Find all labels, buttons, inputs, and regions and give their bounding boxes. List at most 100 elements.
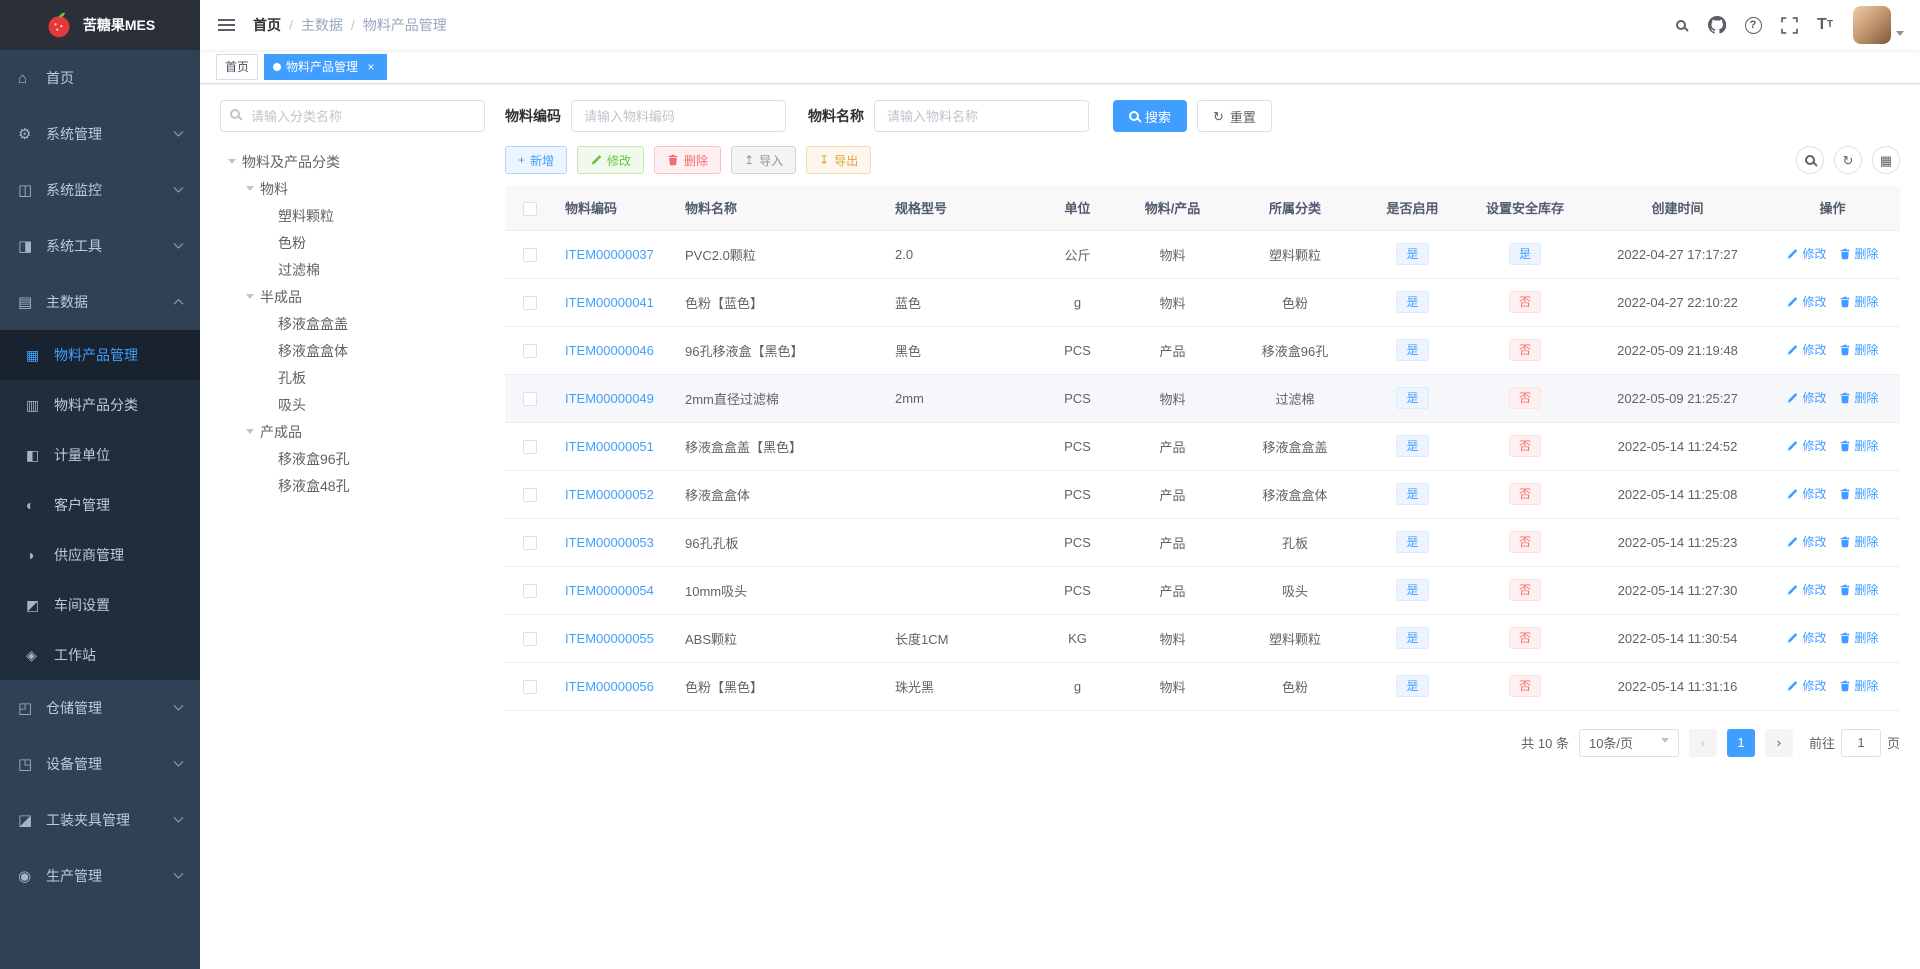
- edit-link[interactable]: 修改: [1786, 485, 1827, 502]
- material-code-link[interactable]: ITEM00000055: [565, 631, 654, 646]
- tree-node[interactable]: 过滤棉: [220, 256, 485, 283]
- edit-link[interactable]: 修改: [1786, 533, 1827, 550]
- row-checkbox[interactable]: [523, 583, 537, 598]
- select-all-checkbox[interactable]: [523, 201, 537, 216]
- github-icon[interactable]: [1707, 15, 1727, 35]
- material-code-link[interactable]: ITEM00000052: [565, 487, 654, 502]
- edit-link[interactable]: 修改: [1786, 677, 1827, 694]
- sidebar-item[interactable]: ⌂ 首页: [0, 50, 200, 106]
- edit-link[interactable]: 修改: [1786, 437, 1827, 454]
- tree-node[interactable]: 吸头: [220, 391, 485, 418]
- tree-node[interactable]: 孔板: [220, 364, 485, 391]
- delete-button[interactable]: 删除: [654, 146, 722, 174]
- row-checkbox[interactable]: [523, 439, 537, 454]
- row-checkbox[interactable]: [523, 535, 537, 550]
- material-code-link[interactable]: ITEM00000041: [565, 295, 654, 310]
- page-number-button[interactable]: 1: [1726, 728, 1755, 757]
- edit-button[interactable]: 修改: [577, 146, 645, 174]
- avatar[interactable]: [1853, 6, 1891, 44]
- sidebar-item[interactable]: ◨ 系统工具: [0, 218, 200, 274]
- delete-link[interactable]: 删除: [1839, 341, 1879, 358]
- sidebar-subitem[interactable]: ◐ 客户管理: [0, 480, 200, 530]
- delete-link[interactable]: 删除: [1839, 485, 1879, 502]
- material-code-link[interactable]: ITEM00000049: [565, 391, 654, 406]
- columns-button[interactable]: ▦: [1872, 146, 1900, 174]
- fullscreen-icon[interactable]: [1779, 15, 1799, 35]
- delete-link[interactable]: 删除: [1839, 629, 1879, 646]
- material-code-link[interactable]: ITEM00000046: [565, 343, 654, 358]
- material-code-link[interactable]: ITEM00000051: [565, 439, 654, 454]
- prev-page-button[interactable]: ‹: [1688, 728, 1717, 757]
- tree-node[interactable]: 半成品: [220, 283, 485, 310]
- sidebar-item[interactable]: ◳ 设备管理: [0, 736, 200, 792]
- sidebar-subitem[interactable]: ◩ 车间设置: [0, 580, 200, 630]
- material-code-link[interactable]: ITEM00000056: [565, 679, 654, 694]
- delete-link[interactable]: 删除: [1839, 533, 1879, 550]
- app-logo[interactable]: 苦糖果MES: [0, 0, 200, 50]
- tab-item[interactable]: 首页: [216, 53, 259, 80]
- sidebar-item[interactable]: ◰ 仓储管理: [0, 680, 200, 736]
- tab-item[interactable]: 物料产品管理 ×: [264, 53, 388, 80]
- tree-node[interactable]: 塑料颗粒: [220, 202, 485, 229]
- edit-link[interactable]: 修改: [1786, 245, 1827, 262]
- font-size-icon[interactable]: TT: [1815, 15, 1835, 35]
- material-code-link[interactable]: ITEM00000037: [565, 247, 654, 262]
- breadcrumb-item[interactable]: 首页: [253, 15, 281, 35]
- delete-link[interactable]: 删除: [1839, 245, 1879, 262]
- material-code-input[interactable]: [571, 100, 786, 132]
- edit-link[interactable]: 修改: [1786, 293, 1827, 310]
- delete-link[interactable]: 删除: [1839, 389, 1879, 406]
- import-button[interactable]: ↥ 导入: [731, 146, 797, 174]
- add-button[interactable]: + 新增: [505, 146, 568, 174]
- row-checkbox[interactable]: [523, 487, 537, 502]
- close-icon[interactable]: ×: [364, 60, 378, 74]
- search-icon[interactable]: [1671, 15, 1691, 35]
- tree-node[interactable]: 移液盒48孔: [220, 472, 485, 499]
- search-button[interactable]: 搜索: [1113, 100, 1188, 132]
- page-size-select[interactable]: 10条/页: [1578, 728, 1679, 757]
- tree-node[interactable]: 移液盒盒盖: [220, 310, 485, 337]
- sidebar-subitem[interactable]: ◈ 工作站: [0, 630, 200, 680]
- material-code-link[interactable]: ITEM00000053: [565, 535, 654, 550]
- sidebar-toggle-icon[interactable]: [216, 15, 237, 35]
- refresh-button[interactable]: ↻: [1834, 146, 1862, 174]
- sidebar-item[interactable]: ◫ 系统监控: [0, 162, 200, 218]
- reset-button[interactable]: ↻ 重置: [1197, 100, 1272, 132]
- row-checkbox[interactable]: [523, 295, 537, 310]
- edit-link[interactable]: 修改: [1786, 341, 1827, 358]
- tree-node[interactable]: 物料及产品分类: [220, 148, 485, 175]
- tree-node[interactable]: 移液盒盒体: [220, 337, 485, 364]
- delete-link[interactable]: 删除: [1839, 581, 1879, 598]
- delete-link[interactable]: 删除: [1839, 293, 1879, 310]
- sidebar-subitem[interactable]: ▥ 物料产品分类: [0, 380, 200, 430]
- edit-link[interactable]: 修改: [1786, 389, 1827, 406]
- sidebar-item[interactable]: ◪ 工装夹具管理: [0, 792, 200, 848]
- sidebar-subitem[interactable]: ◑ 供应商管理: [0, 530, 200, 580]
- sidebar-item[interactable]: ◉ 生产管理: [0, 848, 200, 904]
- delete-link[interactable]: 删除: [1839, 677, 1879, 694]
- next-page-button[interactable]: ›: [1764, 728, 1793, 757]
- tree-node[interactable]: 物料: [220, 175, 485, 202]
- search-toggle-button[interactable]: [1796, 146, 1824, 174]
- tree-node[interactable]: 移液盒96孔: [220, 445, 485, 472]
- page-jump-input[interactable]: [1840, 728, 1881, 757]
- row-checkbox[interactable]: [523, 343, 537, 358]
- sidebar-item[interactable]: ▤ 主数据: [0, 274, 200, 330]
- row-checkbox[interactable]: [523, 631, 537, 646]
- edit-link[interactable]: 修改: [1786, 629, 1827, 646]
- sidebar-subitem[interactable]: ▦ 物料产品管理: [0, 330, 200, 380]
- material-code-link[interactable]: ITEM00000054: [565, 583, 654, 598]
- export-button[interactable]: ↧ 导出: [806, 146, 872, 174]
- edit-link[interactable]: 修改: [1786, 581, 1827, 598]
- tree-node[interactable]: 色粉: [220, 229, 485, 256]
- sidebar-subitem[interactable]: ◧ 计量单位: [0, 430, 200, 480]
- user-menu[interactable]: [1853, 6, 1904, 44]
- category-search-input[interactable]: [220, 100, 485, 132]
- row-checkbox[interactable]: [523, 391, 537, 406]
- sidebar-item[interactable]: ⚙ 系统管理: [0, 106, 200, 162]
- row-checkbox[interactable]: [523, 247, 537, 262]
- material-name-input[interactable]: [874, 100, 1089, 132]
- row-checkbox[interactable]: [523, 679, 537, 694]
- tree-node[interactable]: 产成品: [220, 418, 485, 445]
- help-icon[interactable]: ?: [1743, 15, 1763, 35]
